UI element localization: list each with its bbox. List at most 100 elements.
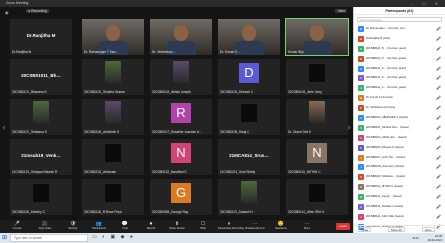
toolbar-label: Polls: [200, 227, 206, 230]
participant-tile[interactable]: 20CSB0132_Abhinash: [82, 139, 144, 175]
prev-page-arrow-icon[interactable]: ‹: [1, 121, 7, 133]
participant-tile[interactable]: 20CSB0113_Subash H: [218, 179, 280, 215]
participant-row[interactable]: G 20CSB0112_Georg… (Guest) 🎤: [354, 192, 445, 202]
toolbar-button[interactable]: ⏺ Record: [140, 221, 162, 233]
participant-body: [302, 41, 332, 55]
participant-row[interactable]: J 20CSB0108_Jerin Jerry (Guest) 🎤: [354, 162, 445, 172]
toolbar-button[interactable]: ⋯ Breakout Rooms: [244, 221, 266, 233]
toolbar-button[interactable]: ⬆ Share Screen: [166, 221, 188, 233]
participant-row[interactable]: A 20CSB0114_A… (Co-host, guest) 🎤: [354, 83, 445, 93]
participant-row[interactable]: D Dr. Vetriselvan (Co-host) 🎤: [354, 103, 445, 113]
participant-tile[interactable]: Dr.Ranjitha M Dr.Ranjitha M: [10, 19, 72, 55]
participant-row[interactable]: N 20CSB0111_NITHIN C (Guest) 🎤: [354, 182, 445, 192]
toolbar-button[interactable]: ⏸ Pause/Stop Recording: [218, 221, 244, 233]
view-button[interactable]: View: [335, 9, 347, 13]
participant-tile[interactable]: 20CSB0106_Abhishek S: [82, 99, 144, 135]
mute-all-button[interactable]: Mute All: [388, 227, 405, 232]
participant-tile[interactable]: 20CSB0114_Jithin SRe S: [286, 179, 348, 215]
profile-photo: [105, 61, 121, 83]
participant-row[interactable]: S 20CSB0113_S… (Co-host, guest) 🎤: [354, 73, 445, 83]
invite-button[interactable]: Invite: [358, 227, 372, 232]
participant-tile[interactable]: 20CSB0108_Raaji C: [218, 99, 280, 135]
participant-name: 20CSB0102_Abhila Jos… (Guest): [366, 135, 407, 139]
participant-tile[interactable]: G 20CSB0008_George Ray: [150, 179, 212, 215]
taskbar-search-input[interactable]: Type here to search: [10, 234, 88, 242]
avatar-letter: N: [307, 143, 327, 163]
participant-row[interactable]: D 20CSB0103_Dheesh C (Guest) 🎤: [354, 143, 445, 153]
participant-name: 20CSB0112_S… (Co-host, guest): [366, 66, 407, 70]
toolbar-button[interactable]: 💬 Chat: [114, 221, 136, 233]
participant-row[interactable]: N 20CSB0110_N… (Co-host, guest) 🎤: [354, 44, 445, 54]
mic-video-status-icon: 🎤: [436, 144, 441, 150]
participant-name-label: 20CSB0113_Subash H: [220, 210, 253, 214]
participant-tile[interactable]: 20CSB0102_Shubha Grama: [82, 59, 144, 95]
toolbar-button[interactable]: 🎥 Stop Video: [34, 221, 56, 233]
participant-tile[interactable]: R 20CSB0107_Rosaline Joachim A…: [150, 99, 212, 135]
participant-tile[interactable]: 20CSB0118_R.Rose Priya: [82, 179, 144, 215]
mic-video-status-icon: 🎤: [436, 184, 441, 190]
window-controls[interactable]: – ☐ ✕: [411, 0, 442, 7]
participant-row[interactable]: D Dr. Kumar K (Co-host) 🎤: [354, 93, 445, 103]
participant-tile[interactable]: N 20CSB0132_Nandhini S: [150, 139, 212, 175]
toolbar-button[interactable]: ☐ Polls: [192, 221, 214, 233]
next-page-arrow-icon[interactable]: ›: [346, 121, 352, 133]
participant-tile[interactable]: 20CSB0105_Jerin Jerry: [286, 59, 348, 95]
participant-name: 20CSB0112_Georg… (Guest): [366, 195, 402, 199]
participant-row[interactable]: D Dr. Ramanujam… (Co-host, me) 🎤: [354, 24, 445, 34]
participant-search-input[interactable]: Find a participant: [357, 17, 442, 22]
participant-name: Dr. Ramanujam… (Co-host, me): [366, 27, 405, 30]
windows-start-icon[interactable]: ⊞: [2, 235, 8, 241]
taskbar-app-icons[interactable]: ▭ ◐ ▣ ◆ ●: [92, 234, 135, 240]
participant-tile[interactable]: N 20CSB0115_NITHIN C: [286, 139, 348, 175]
toolbar-button[interactable]: 🎤 Unmute: [6, 221, 28, 233]
participant-tile[interactable]: D 20CSB0104_Dheesh C: [218, 59, 280, 95]
participant-avatar: D: [358, 35, 364, 42]
participant-name-label: Dr. Vetriselvan…: [152, 50, 176, 54]
participant-name-label: 20CSB0101_Bhavana S: [12, 90, 47, 94]
camera-off-box: [309, 64, 325, 82]
more-button[interactable]: More: [422, 227, 435, 232]
participant-avatar: J: [358, 213, 364, 220]
participant-tile[interactable]: Dr. Ramanujam T Kan…: [82, 19, 144, 55]
participant-tile[interactable]: 20CSB0107_Shabana S: [10, 99, 72, 135]
participant-row[interactable]: D Dr.Ranjitha M (Host) 🎤: [354, 34, 445, 44]
participant-row[interactable]: J 20CSB0107_Josh The… (Guest) 🎤: [354, 153, 445, 163]
participant-row[interactable]: S 20CSB0101_Shubha Gra… (Guest) 🎤: [354, 123, 445, 133]
participant-tile[interactable]: Dr. Vetriselvan…: [150, 19, 212, 55]
participant-name: 20CSB0111_N… (Co-host, guest): [366, 56, 407, 60]
system-tray-lang[interactable]: ENG: [412, 235, 419, 241]
participant-face: [310, 25, 324, 41]
clock-date: 28-02-2022: [427, 238, 442, 242]
participant-tile[interactable]: Dr. Kumar K…: [218, 19, 280, 55]
participant-tile[interactable]: 20CSB0103_Abhila Joseph: [150, 59, 212, 95]
participant-tile[interactable]: 20CSB0116_Sreethy C: [10, 179, 72, 215]
participant-name: 20CSB0107_Josh The… (Guest): [366, 155, 406, 159]
participant-row[interactable]: S 20CSB0109_Shabana… (Guest) 🎤: [354, 172, 445, 182]
participant-name: 20CSB0108_Jerin Jerry (Guest): [366, 165, 405, 169]
participant-name-label: Dr. Ramanujam T Kan…: [84, 50, 119, 54]
participant-row[interactable]: N 20CSB0111_N… (Co-host, guest) 🎤: [354, 54, 445, 64]
participant-name: Dr. Kumar K (Co-host): [366, 96, 393, 100]
toolbar-button[interactable]: 👥 Participants: [88, 221, 110, 233]
participant-name-label: 20CSB0102_Shubha Grama: [84, 90, 125, 94]
participant-row[interactable]: S 20CSB0113_Subash H (Guest) 🎤: [354, 202, 445, 212]
toolbar-label: Participants: [92, 227, 106, 230]
participant-tile[interactable]: 20CSB01011_Bh… 20CSB0101_Bhavana S: [10, 59, 72, 95]
mic-video-status-icon: 🎤: [436, 45, 441, 51]
recording-badge[interactable]: ● Recording: [26, 9, 50, 13]
participant-name: Dr. Vetriselvan (Co-host): [366, 106, 396, 110]
shield-icon[interactable]: ◉: [5, 10, 9, 15]
leave-button[interactable]: Leave: [336, 223, 350, 230]
participant-tile[interactable]: 21msub19_Venk… 21CSB0131_Sindyaa Rakesh R: [10, 139, 72, 175]
participant-tile[interactable]: 21MCA814_Srus… 21CSB0214_Sruti Shelly: [218, 139, 280, 175]
toolbar-button[interactable]: 🛡 Security: [62, 221, 84, 233]
participant-row[interactable]: A 20CSB0102_Abhila Jos… (Guest) 🎤: [354, 133, 445, 143]
taskbar-clock[interactable]: 18:38 28-02-2022: [428, 234, 442, 242]
toolbar-button[interactable]: 😊 Reactions: [270, 221, 292, 233]
participant-tile[interactable]: Kumar Biju: [285, 18, 349, 56]
participant-tile[interactable]: Dr. Grace Dixt K: [286, 99, 348, 135]
participant-row[interactable]: A 20CSB0100_ABHISHEK S (Guest) 🎤: [354, 113, 445, 123]
participant-row[interactable]: S 20CSB0112_S… (Co-host, guest) 🎤: [354, 64, 445, 74]
participant-row[interactable]: J 20CSB0114_Jithin SRe (Guest) 🎤: [354, 212, 445, 222]
toolbar-button[interactable]: ⋯ More: [296, 221, 318, 233]
